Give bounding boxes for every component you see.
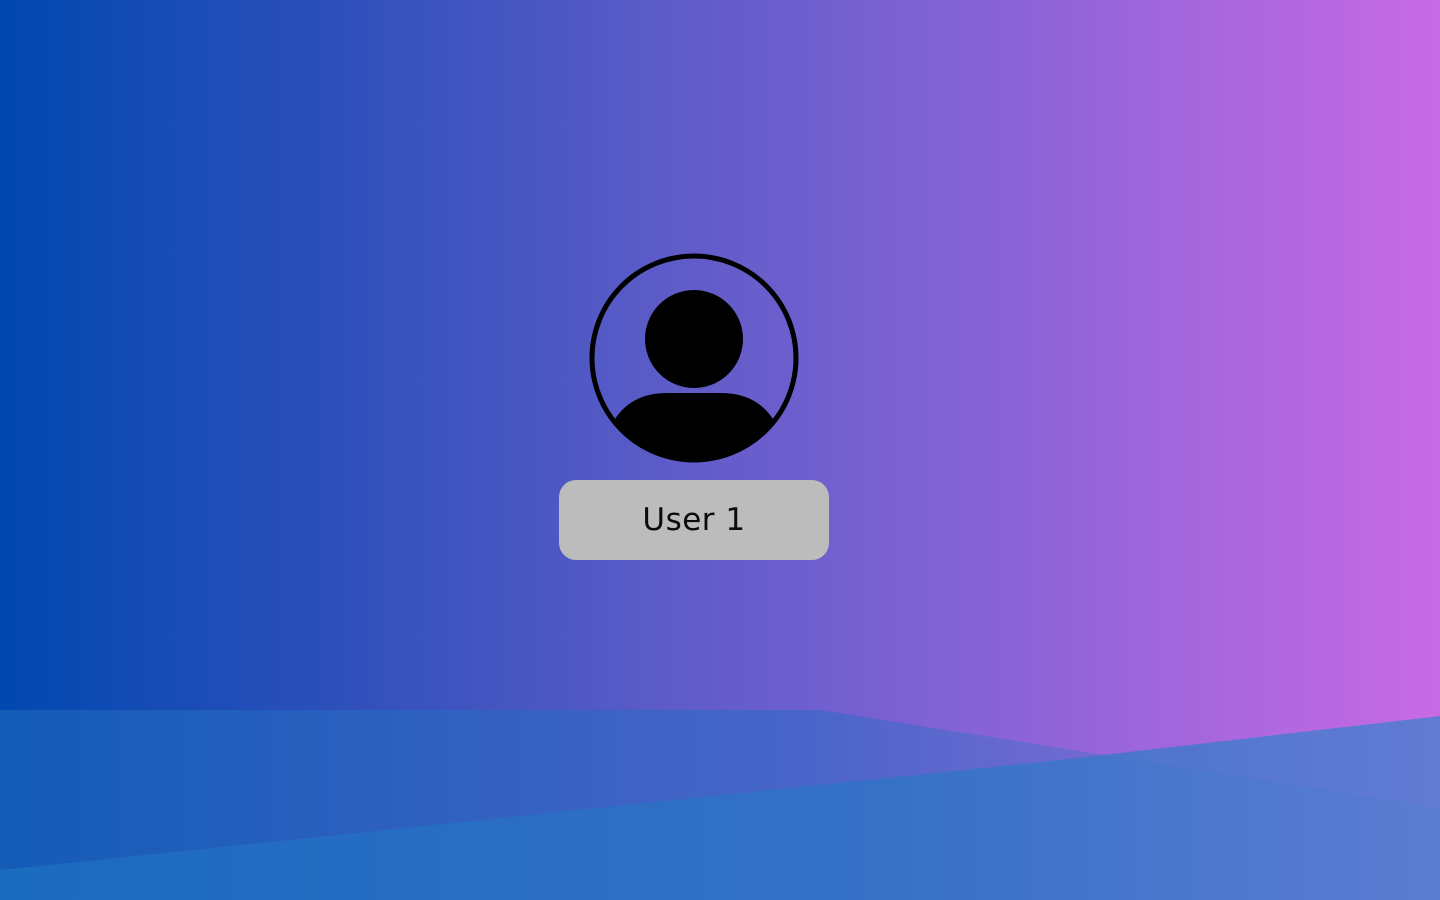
avatar-shoulders-icon	[612, 393, 776, 459]
back-wave	[0, 710, 1440, 900]
login-user-card: User 1	[559, 253, 829, 560]
user-1-button[interactable]: User 1	[559, 480, 829, 560]
front-wave	[0, 716, 1440, 900]
avatar-head-icon	[645, 290, 743, 388]
username-label: User 1	[642, 502, 746, 538]
user-avatar-icon[interactable]	[589, 253, 799, 463]
